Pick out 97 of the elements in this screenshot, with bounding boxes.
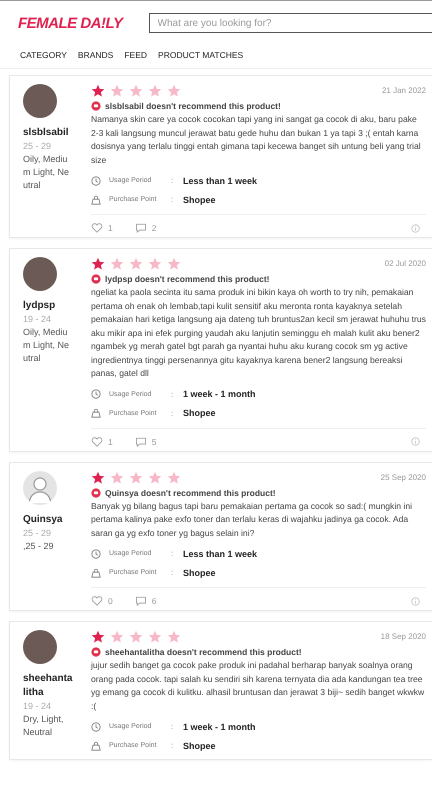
review-text: jujur sedih banget ga cocok pake produk ini padahal berharap banyak soalnya orang orang pada cocok. tapi salah ku sendiri sih karena ternyata dia ada kandungan tea tree yg emang ga cocok di kulitku. alhasil bruntusan dan jerawat 3 biji~ sedih banget wkwkw :( [91,659,426,713]
not-recommend-icon [91,101,101,111]
bag-icon [91,568,101,578]
logo[interactable]: FEMALE DA!LY [18,14,123,32]
search-field[interactable]: What are you looking for? [148,13,432,33]
detail-value: Shopee [183,408,216,418]
star-icon [148,84,162,98]
info-icon[interactable] [411,596,420,606]
heart-icon[interactable] [91,223,103,233]
star-icon [148,257,162,271]
skin-type: Oily, Medium Light, Neutral [23,153,70,192]
detail-value: Less than 1 week [183,548,258,558]
star-icon [167,630,181,644]
star-icon [91,630,105,644]
separator: : [171,741,174,750]
username[interactable]: slsblsabil [23,126,73,140]
recommendation-text: slsblsabil doesn't recommend this product! [105,101,281,111]
separator: : [171,176,174,185]
separator: : [171,568,174,577]
bag-icon [91,408,101,418]
star-icon [110,257,124,271]
nav-link[interactable]: CATEGORY [20,50,67,60]
star-icon [129,257,143,271]
skin-type: Oily, Medium Light, Neutral [23,326,70,365]
star-icon [91,257,105,271]
review-date: 21 Jan 2022 [382,86,426,95]
detail-value: 1 week - 1 month [183,389,256,399]
detail-value: Less than 1 week [183,176,258,186]
comment-count: 6 [152,596,156,606]
bag-icon [91,740,101,750]
star-icon [110,470,124,484]
star-icon [129,84,143,98]
recommendation-text: Quinsya doesn't recommend this product! [105,488,276,498]
review-text: Namanya skin care ya cocok cocokan tapi yang ini sangat ga cocok di aku, baru pake 2-3 kali langsung muncul jerawat batu gede huhu dan bukan 1 ya tapi 3 ;( entah karna dosisnya yang terlalu tinggi entah gimana tapi kecewa banget sih untung beli yang trial size [91,113,422,166]
bag-icon [91,194,101,204]
star-icon [167,84,181,98]
comment-count: 2 [152,223,156,233]
like-count: 0 [108,596,113,606]
info-icon[interactable] [411,437,420,446]
skin-type: ,25 - 29 [23,540,55,552]
nav-link[interactable]: PRODUCT MATCHES [158,50,244,60]
comment-icon[interactable] [134,223,147,233]
review-date: 02 Jul 2020 [384,259,426,268]
star-icon [129,630,143,644]
clock-icon [91,389,101,399]
username[interactable]: lydpsp [23,299,73,313]
review-text: ngeliat ka paola secinta itu sama produk ini bikin kaya oh worth to try nih, pemakaian pertama oh enak oh lembab,tapi kulit sensitif aku meronta ronta kayaknya setelah pemakaian hari ketiga langsung aja dateng tuh bruntus2an kecil sm jerawat huhuhu trus aku mikir apa ini efek purging yaudah aku lanjutin seminggu eh malah kulit aku bener2 ngambek yg merah gatel bgt parah ga nyantai huhu aku kurang cocok sm yg active ingredientnya tinggi persenannya gitu kayaknya karena bener2 langsung bereaksi panas, gatel dll [91,286,426,380]
clock-icon [91,176,101,186]
clock-icon [91,548,101,558]
star-icon [167,470,181,484]
comment-icon[interactable] [134,436,147,446]
avatar-photo-placeholder [23,630,57,664]
username[interactable]: Quinsya [23,512,73,526]
nav-link[interactable]: FEED [124,50,148,60]
heart-icon[interactable] [91,436,103,446]
detail-value: 1 week - 1 month [183,722,256,732]
separator: : [171,390,174,398]
recommendation-text: lydpsp doesn't recommend this product! [105,274,270,284]
nav-link[interactable]: BRANDS [78,50,114,60]
review-text: Banyak yg bilang bagus tapi baru pemakaian pertama ga cocok so sad:( mungkin ini pertama kalinya pake exfo toner dan terlalu keras di wajahku jadinya ga cocok. Ada saran ga yg exfo toner yg bagus selain ini? [91,500,414,540]
detail-value: Shopee [183,194,216,204]
star-icon [91,84,105,98]
age-range: 19 - 24 [23,700,52,713]
recommendation-text: sheehantalitha doesn't recommend this product! [105,647,302,657]
separator: : [171,549,174,558]
detail-value: Shopee [183,568,216,578]
age-range: 25 - 29 [23,526,52,540]
like-count: 1 [108,436,113,446]
not-recommend-icon [91,647,101,657]
username[interactable]: sheehantalitha [23,672,73,700]
heart-icon[interactable] [91,596,103,606]
comment-count: 5 [152,436,156,446]
review-date: 25 Sep 2020 [380,472,426,482]
star-icon [148,630,162,644]
info-icon[interactable] [411,224,420,232]
star-icon [148,470,162,484]
avatar-photo-placeholder [23,257,57,291]
avatar-photo-placeholder [23,84,57,118]
clock-icon [91,722,101,732]
star-icon [91,470,105,484]
star-icon [129,470,143,484]
not-recommend-icon [91,488,101,498]
detail-value: Shopee [183,740,216,750]
separator: : [171,195,174,204]
star-icon [110,630,124,644]
separator: : [171,722,174,731]
review-date: 18 Sep 2020 [380,632,426,641]
comment-icon[interactable] [134,596,147,606]
skin-type: Dry, Light, Neutral [23,713,64,739]
not-recommend-icon [91,274,101,284]
separator: : [171,408,174,418]
like-count: 1 [108,223,113,233]
star-icon [167,257,181,271]
age-range: 25 - 29 [23,140,52,153]
star-icon [110,84,124,98]
age-range: 19 - 24 [23,313,52,326]
avatar-silhouette-icon [23,470,57,504]
